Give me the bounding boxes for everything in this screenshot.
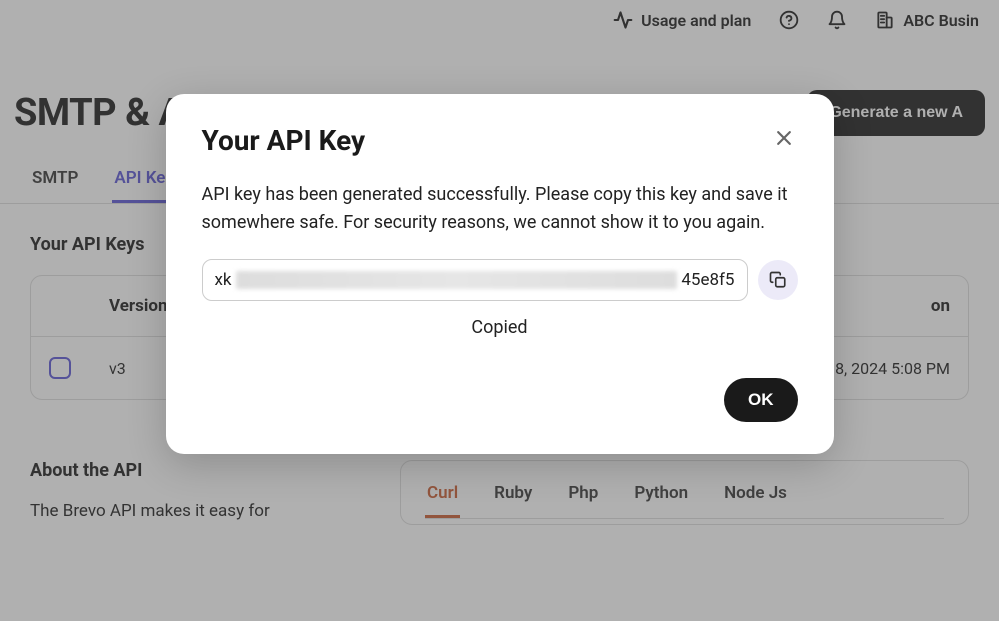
- modal-title: Your API Key: [202, 124, 366, 157]
- modal-header: Your API Key: [202, 124, 798, 157]
- api-key-row: xk 45e8f5: [202, 259, 798, 301]
- key-obscured: [236, 271, 678, 289]
- modal-overlay: Your API Key API key has been generated …: [0, 0, 999, 621]
- modal-body-text: API key has been generated successfully.…: [202, 181, 798, 237]
- copied-status: Copied: [202, 317, 798, 338]
- copy-icon: [769, 271, 787, 289]
- close-icon[interactable]: [770, 124, 798, 152]
- copy-button[interactable]: [758, 260, 798, 300]
- modal-footer: OK: [202, 378, 798, 422]
- ok-button[interactable]: OK: [724, 378, 798, 422]
- api-key-display[interactable]: xk 45e8f5: [202, 259, 748, 301]
- key-prefix: xk: [215, 270, 232, 290]
- api-key-modal: Your API Key API key has been generated …: [166, 94, 834, 454]
- key-suffix: 45e8f5: [681, 270, 734, 290]
